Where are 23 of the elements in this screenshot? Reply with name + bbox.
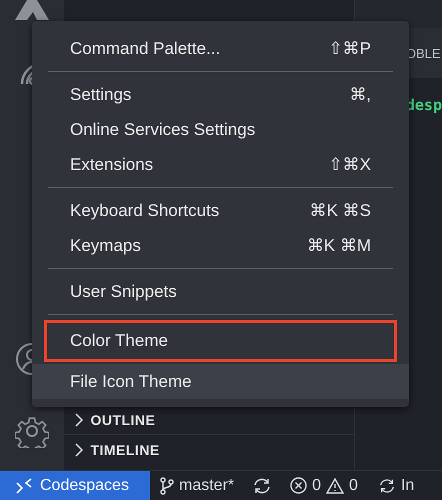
menu-item[interactable]: Online Services Settings	[32, 112, 409, 147]
warning-icon	[326, 478, 344, 494]
chevron-right-icon	[74, 412, 84, 426]
branch-status-item[interactable]: master*	[150, 476, 244, 494]
error-icon	[290, 477, 308, 494]
menu-item[interactable]: Color Theme	[44, 320, 397, 362]
menu-item[interactable]: User Snippets	[32, 274, 409, 309]
menu-item[interactable]: Keymaps ⌘K ⌘M	[32, 228, 409, 263]
sidebar-section-header[interactable]: TIMELINE	[64, 434, 354, 464]
menu-item[interactable]: File Icon Theme	[32, 364, 409, 399]
sync-icon	[378, 476, 396, 494]
activity-status-item[interactable]: In	[368, 476, 424, 494]
menu-item[interactable]: Extensions ⇧⌘X	[32, 147, 409, 182]
menu-item[interactable]: Keyboard Shortcuts ⌘K ⌘S	[32, 193, 409, 228]
remote-icon	[16, 478, 32, 494]
problems-status-item[interactable]: 0 0	[280, 476, 368, 494]
menu-item[interactable]: Settings ⌘,	[32, 77, 409, 112]
chevron-right-icon	[74, 442, 84, 456]
logo-icon[interactable]	[15, 0, 50, 20]
remote-status-button[interactable]: Codespaces	[0, 471, 150, 500]
sync-icon[interactable]	[252, 476, 272, 494]
menu-item[interactable]: Command Palette... ⇧⌘P	[32, 31, 409, 66]
branch-icon	[160, 476, 174, 494]
